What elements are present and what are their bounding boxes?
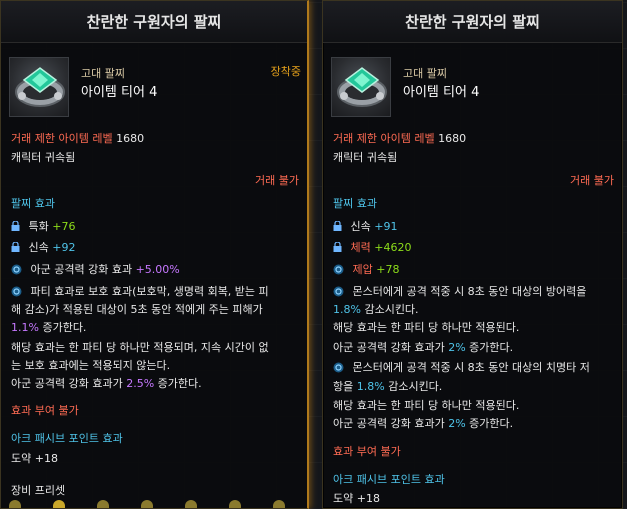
- bound-text: 캐릭터 귀속됨: [333, 151, 398, 164]
- preset-slot[interactable]: [185, 500, 197, 508]
- item-tier: 아이템 티어 4: [81, 85, 158, 100]
- stat-name: 체력: [350, 241, 371, 254]
- desc-line: 몬스터에게 공격 적중 시 8초 동안 대상의 치명타 저: [333, 361, 590, 375]
- ally-effect-value: +5.00%: [135, 263, 180, 276]
- effect-icon: [11, 286, 22, 297]
- lock-icon: [333, 242, 342, 252]
- stat-value: +4620: [374, 241, 412, 254]
- stat-row: 제압 +78: [333, 263, 399, 277]
- lock-icon: [333, 221, 342, 231]
- stat-row: 신속 +91: [333, 220, 397, 234]
- desc-line: 해당 효과는 한 파티 당 하나만 적용된다.: [333, 321, 520, 334]
- section-label: 팔찌 효과: [11, 197, 55, 210]
- preset-slots: [1, 496, 307, 508]
- ark-passive-label: 아크 패시브 포인트 효과: [333, 473, 445, 486]
- preset-slot[interactable]: [141, 500, 153, 508]
- effect-icon: [333, 264, 344, 275]
- item-title: 찬란한 구원자의 팔찌: [1, 1, 307, 43]
- section-label: 팔찌 효과: [333, 197, 377, 210]
- desc-line: 1.1% 증가한다.: [11, 321, 87, 334]
- desc-line: 해 감소)가 적용된 대상이 5초 동안 적에게 주는 피해가: [11, 303, 263, 316]
- preset-slot[interactable]: [229, 500, 241, 508]
- desc-line: 는 보호 효과에는 적용되지 않는다.: [11, 359, 171, 372]
- trade-level-value: 1680: [438, 132, 467, 145]
- untradeable-text: 거래 불가: [255, 174, 299, 187]
- trade-level-value: 1680: [116, 132, 145, 145]
- trade-level-row: 거래 제한 아이템 레벨 1680: [333, 132, 466, 146]
- effect-icon: [333, 286, 344, 297]
- equipped-badge: 장착중: [270, 65, 301, 78]
- ark-passive-label: 아크 패시브 포인트 효과: [11, 432, 123, 445]
- stat-row: 신속 +92: [11, 241, 75, 255]
- trade-level-label: 거래 제한 아이템 레벨: [11, 132, 113, 145]
- item-title: 찬란한 구원자의 팔찌: [323, 1, 622, 43]
- compared-item-tooltip: 찬란한 구원자의 팔찌 고대 팔찌 아이템 티어 4 거래 제한 아이템 레벨 …: [322, 0, 623, 509]
- trade-level-row: 거래 제한 아이템 레벨 1680: [11, 132, 144, 146]
- ark-passive-value: 도약 +18: [333, 492, 380, 505]
- desc-line: 해당 효과는 한 파티 당 하나만 적용된다.: [333, 399, 520, 412]
- stat-row: 체력 +4620: [333, 241, 411, 255]
- item-header: 고대 팔찌 아이템 티어 4 장착중: [1, 51, 307, 121]
- preset-slot[interactable]: [9, 500, 21, 508]
- stat-name: 신속: [28, 241, 49, 254]
- item-grade: 고대 팔찌: [81, 67, 125, 80]
- lock-icon: [11, 242, 20, 252]
- ally-effect-label: 아군 공격력 강화 효과: [30, 263, 133, 276]
- ally-effect-row: 아군 공격력 강화 효과 +5.00%: [11, 263, 180, 277]
- desc-line: 1.8% 감소시킨다.: [333, 303, 419, 316]
- bound-text: 캐릭터 귀속됨: [11, 151, 76, 164]
- item-header: 고대 팔찌 아이템 티어 4: [323, 51, 622, 121]
- bracelet-icon: [9, 57, 69, 117]
- desc-line: 항을 1.8% 감소시킨다.: [333, 380, 443, 393]
- lock-icon: [11, 221, 20, 231]
- item-grade: 고대 팔찌: [403, 67, 447, 80]
- item-tier: 아이템 티어 4: [403, 85, 480, 100]
- bracelet-icon: [331, 57, 391, 117]
- stat-name: 특화: [28, 220, 49, 233]
- untradeable-text: 거래 불가: [570, 174, 614, 187]
- preset-slot[interactable]: [97, 500, 109, 508]
- preset-slot[interactable]: [53, 500, 65, 508]
- effect-icon: [333, 362, 344, 373]
- stat-name: 신속: [350, 220, 371, 233]
- desc-line: 몬스터에게 공격 적중 시 8초 동안 대상의 방어력을: [333, 285, 586, 299]
- desc-line: 파티 효과로 보호 효과(보호막, 생명력 회복, 받는 피: [11, 285, 269, 299]
- stat-value: +91: [374, 220, 398, 233]
- preset-slot[interactable]: [273, 500, 285, 508]
- stat-value: +78: [376, 263, 400, 276]
- desc-line: 해당 효과는 한 파티 당 하나만 적용되며, 지속 시간이 없: [11, 341, 269, 354]
- ark-passive-value: 도약 +18: [11, 452, 58, 465]
- desc-line: 아군 공격력 강화 효과가 2% 증가한다.: [333, 417, 514, 430]
- effect-grant-text: 효과 부여 불가: [333, 445, 401, 458]
- desc-line: 아군 공격력 강화 효과가 2.5% 증가한다.: [11, 377, 202, 390]
- effect-icon: [11, 264, 22, 275]
- stat-name: 제압: [352, 263, 373, 276]
- stat-value: +76: [52, 220, 76, 233]
- equipped-item-tooltip: 찬란한 구원자의 팔찌 고대 팔찌 아이템 티어 4 장착중 거래 제한 아이템…: [0, 0, 309, 509]
- trade-level-label: 거래 제한 아이템 레벨: [333, 132, 435, 145]
- stat-row: 특화 +76: [11, 220, 75, 234]
- effect-grant-text: 효과 부여 불가: [11, 404, 79, 417]
- desc-line: 아군 공격력 강화 효과가 2% 증가한다.: [333, 341, 514, 354]
- stat-value: +92: [52, 241, 76, 254]
